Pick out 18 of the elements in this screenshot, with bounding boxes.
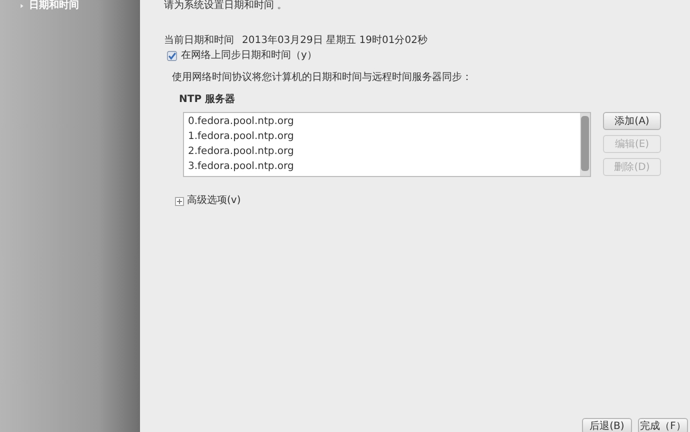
- expander-icon[interactable]: [175, 196, 184, 206]
- sync-label[interactable]: 在网络上同步日期和时间（y）: [181, 50, 317, 62]
- nav-button[interactable]: 完成（F）: [638, 418, 688, 432]
- triangle-icon: [20, 3, 24, 9]
- current-datetime-value: 2013年03月29日 星期五 19时01分02秒: [242, 35, 428, 47]
- server-item[interactable]: 3.fedora.pool.ntp.org: [188, 159, 580, 174]
- server-list[interactable]: 0.fedora.pool.ntp.org 1.fedora.pool.ntp.org 2.fedora.pool.ntp.org 3.fedora.pool.ntp.org: [183, 112, 591, 177]
- server-item[interactable]: 2.fedora.pool.ntp.org: [188, 144, 580, 159]
- ntp-heading: NTP 服务器: [179, 94, 236, 106]
- scrollbar-thumb[interactable]: [581, 116, 589, 171]
- server-action-button[interactable]: 添加(A): [603, 112, 661, 130]
- advanced-options-toggle[interactable]: 高级选项(v): [187, 195, 241, 207]
- nav-button[interactable]: 后退(B): [582, 418, 632, 432]
- server-item[interactable]: 1.fedora.pool.ntp.org: [188, 129, 580, 144]
- checkbox[interactable]: [167, 51, 177, 61]
- current-datetime-label: 当前日期和时间: [164, 35, 234, 47]
- server-item[interactable]: 0.fedora.pool.ntp.org: [188, 114, 580, 129]
- ntp-description: 使用网络时间协议将您计算机的日期和时间与远程时间服务器同步：: [172, 72, 473, 84]
